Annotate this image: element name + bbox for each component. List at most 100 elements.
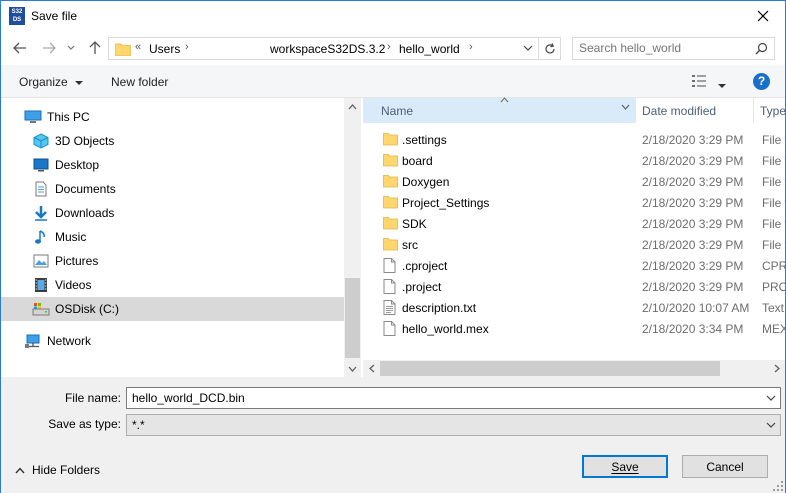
drive-icon xyxy=(32,301,50,317)
nav-item-label: Music xyxy=(55,230,87,244)
nav-item-videos[interactable]: Videos xyxy=(1,273,344,297)
chevron-down-icon[interactable] xyxy=(523,41,533,55)
close-button[interactable] xyxy=(741,1,785,31)
new-folder-button[interactable]: New folder xyxy=(111,75,168,89)
file-list-horizontal-scrollbar[interactable] xyxy=(363,360,785,377)
nav-item-desktop[interactable]: Desktop xyxy=(1,153,344,177)
chevron-down-icon[interactable] xyxy=(766,391,776,405)
forward-button[interactable] xyxy=(39,38,59,58)
nav-item-label: Documents xyxy=(55,182,116,196)
nav-item-this-pc[interactable]: This PC xyxy=(1,105,344,129)
column-header-date[interactable]: Date modified xyxy=(636,98,754,123)
close-icon xyxy=(757,10,769,22)
nav-item-music[interactable]: Music xyxy=(1,225,344,249)
search-box[interactable] xyxy=(572,37,775,60)
nav-item-network[interactable]: Network xyxy=(1,329,344,353)
breadcrumb-separator[interactable]: › xyxy=(185,41,189,53)
chevron-up-icon xyxy=(15,466,25,473)
up-button[interactable] xyxy=(85,38,105,58)
this-pc-icon xyxy=(24,109,42,125)
organize-button[interactable]: Organize xyxy=(19,75,84,89)
breadcrumb-separator[interactable]: › xyxy=(469,41,473,53)
arrow-up-icon xyxy=(89,41,101,54)
file-type: File f xyxy=(762,133,785,147)
cancel-button[interactable]: Cancel xyxy=(682,455,768,478)
breadcrumb-workspace[interactable]: workspaceS32DS.3.2 xyxy=(270,42,385,56)
view-options-button[interactable] xyxy=(691,74,707,91)
nav-item-label: OSDisk (C:) xyxy=(55,302,119,316)
column-name-label: Name xyxy=(381,103,414,118)
file-row[interactable]: hello_world.mex 2/18/2020 3:34 PM MEX xyxy=(363,318,785,339)
file-name: src xyxy=(402,238,418,252)
save-options-panel: File name: Save as type: *.* Hide Folder… xyxy=(1,377,785,493)
column-header-type[interactable]: Type xyxy=(754,98,786,123)
cancel-button-label: Cancel xyxy=(706,459,744,474)
caret-down-icon xyxy=(75,81,84,85)
file-type: File f xyxy=(762,238,785,252)
file-type: PRO. xyxy=(762,280,785,294)
save-button[interactable]: Save xyxy=(582,455,668,478)
file-row[interactable]: .cproject 2/18/2020 3:29 PM CPRO xyxy=(363,255,785,276)
nav-item-downloads[interactable]: Downloads xyxy=(1,201,344,225)
breadcrumb-users[interactable]: Users xyxy=(149,42,180,56)
scroll-left-icon[interactable] xyxy=(363,360,380,377)
file-row[interactable]: .project 2/18/2020 3:29 PM PRO. xyxy=(363,276,785,297)
file-row[interactable]: src 2/18/2020 3:29 PM File f xyxy=(363,234,785,255)
resize-grip-icon[interactable] xyxy=(773,481,783,491)
view-dropdown-button[interactable] xyxy=(718,78,726,92)
scrollbar-thumb[interactable] xyxy=(345,278,360,358)
file-name-input[interactable] xyxy=(132,391,752,405)
hide-folders-label: Hide Folders xyxy=(32,463,101,477)
save-as-type-select[interactable]: *.* xyxy=(126,414,781,436)
hide-folders-button[interactable]: Hide Folders xyxy=(15,463,100,477)
nav-item-documents[interactable]: Documents xyxy=(1,177,344,201)
file-row[interactable]: Doxygen 2/18/2020 3:29 PM File f xyxy=(363,171,785,192)
file-date-modified: 2/18/2020 3:29 PM xyxy=(642,196,744,210)
chevron-down-icon[interactable] xyxy=(621,104,630,110)
file-type: File f xyxy=(762,196,785,210)
file-name-label: File name: xyxy=(64,391,121,405)
nav-item-label: Downloads xyxy=(55,206,115,220)
nav-item-3d-objects[interactable]: 3D Objects xyxy=(1,129,344,153)
file-name: .settings xyxy=(402,133,447,147)
file-row[interactable]: Project_Settings 2/18/2020 3:29 PM File f xyxy=(363,192,785,213)
folder-icon xyxy=(383,195,398,212)
address-bar[interactable]: « Users › workspaceS32DS.3.2 › hello_wor… xyxy=(108,37,561,60)
window-title: Save file xyxy=(31,9,78,23)
file-row[interactable]: .settings 2/18/2020 3:29 PM File f xyxy=(363,129,785,150)
search-input[interactable] xyxy=(579,41,749,55)
refresh-button[interactable] xyxy=(538,37,561,60)
recent-locations-button[interactable] xyxy=(64,38,78,58)
nav-item-osdisk[interactable]: OSDisk (C:) xyxy=(1,297,344,321)
file-type: CPRO xyxy=(762,259,785,273)
file-type: File f xyxy=(762,217,785,231)
file-date-modified: 2/10/2020 10:07 AM xyxy=(642,301,750,315)
nav-item-pictures[interactable]: Pictures xyxy=(1,249,344,273)
help-button[interactable]: ? xyxy=(753,73,770,90)
scroll-up-icon[interactable] xyxy=(344,98,361,115)
file-name: SDK xyxy=(402,217,427,231)
pictures-icon xyxy=(32,253,50,269)
file-name-field[interactable] xyxy=(126,387,781,409)
videos-icon xyxy=(32,277,50,293)
file-list: Name Date modified Type .settings 2/18/20… xyxy=(363,97,786,377)
scrollbar-thumb[interactable] xyxy=(380,361,720,376)
breadcrumb-separator[interactable]: › xyxy=(387,41,391,53)
text-file-icon xyxy=(383,300,396,318)
file-row[interactable]: board 2/18/2020 3:29 PM File f xyxy=(363,150,785,171)
scroll-down-icon[interactable] xyxy=(344,360,361,377)
address-overflow[interactable]: « xyxy=(135,41,141,53)
save-as-type-value: *.* xyxy=(132,418,145,432)
organize-label: Organize xyxy=(19,75,68,89)
breadcrumb-hello-world[interactable]: hello_world xyxy=(399,42,460,56)
navigation-pane-scrollbar[interactable] xyxy=(344,98,361,377)
file-type: MEX xyxy=(762,322,785,336)
file-date-modified: 2/18/2020 3:29 PM xyxy=(642,133,744,147)
search-icon xyxy=(755,42,768,55)
music-icon xyxy=(32,229,50,245)
column-header-name[interactable]: Name xyxy=(363,97,636,123)
scroll-right-icon[interactable] xyxy=(768,360,785,377)
file-row[interactable]: SDK 2/18/2020 3:29 PM File f xyxy=(363,213,785,234)
back-button[interactable] xyxy=(10,38,30,58)
file-row[interactable]: description.txt 2/10/2020 10:07 AM Text xyxy=(363,297,785,318)
